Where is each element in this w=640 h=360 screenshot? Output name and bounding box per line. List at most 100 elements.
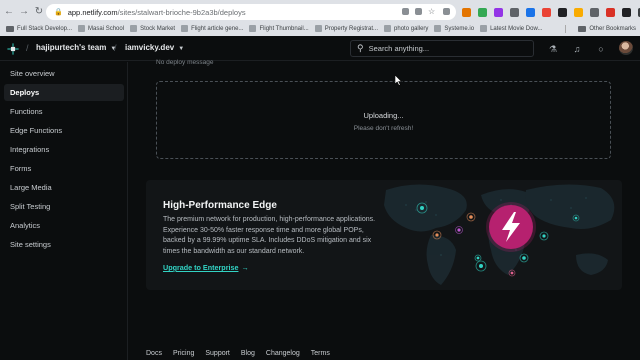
favicon-icon: [434, 25, 442, 32]
site-switcher[interactable]: iamvicky.dev ▼: [125, 43, 184, 52]
reload-icon[interactable]: ↻: [33, 6, 45, 18]
bookmark-item[interactable]: Systeme.io: [434, 25, 474, 32]
bookmark-item[interactable]: Masai School: [78, 25, 124, 32]
app-header: / hajipurtech's team ▼ / iamvicky.dev ▼ ⚲ …: [0, 36, 640, 61]
other-bookmarks[interactable]: Other Bookmarks: [572, 22, 636, 35]
browser-extension-icon[interactable]: [542, 8, 551, 17]
upgrade-link-label: Upgrade to Enterprise: [163, 263, 239, 272]
bookmark-label: Stock Market: [140, 25, 176, 32]
bookmark-item[interactable]: Full Stack Develop...: [6, 25, 73, 32]
avatar[interactable]: [619, 41, 633, 55]
labs-flask-icon[interactable]: ⚗: [548, 44, 558, 54]
back-icon[interactable]: ←: [3, 6, 15, 18]
upload-status: Uploading...: [363, 111, 404, 120]
bookmark-item[interactable]: Flight Thumbnail...: [249, 25, 309, 32]
browser-extension-icon[interactable]: [510, 8, 519, 17]
favicon-icon: [314, 25, 322, 32]
team-name: hajipurtech's team: [36, 43, 107, 52]
edge-card-title: High-Performance Edge: [163, 200, 277, 211]
browser-extension-icon[interactable]: [590, 8, 599, 17]
footer-link-blog[interactable]: Blog: [241, 350, 255, 357]
sidebar-item-forms[interactable]: Forms: [4, 160, 124, 177]
sidebar-item-site-settings[interactable]: Site settings: [4, 236, 124, 253]
notifications-bell-icon[interactable]: ♫: [572, 44, 582, 54]
world-map-graphic: [384, 184, 615, 285]
bookmark-item[interactable]: Latest Movie Dow...: [480, 25, 542, 32]
arrow-right-icon: →: [241, 263, 249, 272]
footer-link-support[interactable]: Support: [205, 350, 230, 357]
breadcrumb-separator: /: [26, 43, 29, 53]
footer-link-docs[interactable]: Docs: [146, 350, 162, 357]
browser-extension-icon[interactable]: [558, 8, 567, 17]
help-icon[interactable]: ○: [596, 44, 606, 54]
address-bar[interactable]: 🔒 app.netlify.com/sites/stalwart-brioche…: [46, 4, 456, 20]
bookmarks-bar: Full Stack Develop... Masai School Stock M…: [0, 22, 640, 35]
bookmark-label: photo gallery: [394, 25, 429, 32]
search-icon: ⚲: [357, 43, 364, 53]
bookmarks-divider: [565, 25, 566, 33]
bookmark-item[interactable]: Flight article gene...: [181, 25, 243, 32]
bookmark-label: Flight Thumbnail...: [259, 25, 309, 32]
share-icon[interactable]: [415, 8, 422, 15]
bookmark-item[interactable]: photo gallery: [384, 25, 428, 32]
mouse-cursor-icon: [395, 75, 403, 86]
browser-extension-icon[interactable]: [622, 8, 631, 17]
browser-extension-icon[interactable]: [526, 8, 535, 17]
favicon-icon: [249, 25, 257, 32]
favicon-icon: [384, 25, 392, 32]
team-switcher[interactable]: hajipurtech's team ▼: [36, 43, 116, 52]
breadcrumb-separator: /: [114, 43, 117, 53]
bookmark-label: Latest Movie Dow...: [490, 25, 543, 32]
sidebar-item-site-overview[interactable]: Site overview: [4, 65, 124, 82]
folder-icon: [6, 25, 14, 32]
favicon-icon: [78, 25, 86, 32]
url-host: app.netlify.com: [67, 7, 118, 17]
upload-hint: Please don't refresh!: [353, 125, 414, 132]
url-path: /sites/stalwart-brioche-9b2a3b/deploys: [117, 7, 246, 17]
bookmark-label: Full Stack Develop...: [17, 25, 73, 32]
key-icon[interactable]: [402, 8, 409, 15]
sidebar-item-analytics[interactable]: Analytics: [4, 217, 124, 234]
bookmark-label: Systeme.io: [444, 25, 475, 32]
browser-chrome: ← → ↻ 🔒 app.netlify.com/sites/stalwart-b…: [0, 0, 640, 36]
forward-icon[interactable]: →: [18, 6, 30, 18]
browser-toolbar: ← → ↻ 🔒 app.netlify.com/sites/stalwart-b…: [0, 4, 640, 20]
lock-icon: 🔒: [54, 9, 63, 16]
sidebar-item-edge-functions[interactable]: Edge Functions: [4, 122, 124, 139]
search-placeholder: Search anything...: [368, 44, 430, 53]
extension-icon[interactable]: [443, 8, 450, 15]
browser-extension-icon[interactable]: [478, 8, 487, 17]
browser-extension-icon[interactable]: [462, 8, 471, 17]
bookmark-label: Property Registrat...: [324, 25, 379, 32]
sidebar-item-functions[interactable]: Functions: [4, 103, 124, 120]
deploy-dropzone[interactable]: Uploading... Please don't refresh!: [156, 81, 611, 159]
bookmark-item[interactable]: Property Registrat...: [314, 25, 379, 32]
footer-link-changelog[interactable]: Changelog: [266, 350, 300, 357]
deploy-message: No deploy message: [156, 59, 214, 66]
browser-extension-icon[interactable]: [606, 8, 615, 17]
footer-link-terms[interactable]: Terms: [311, 350, 330, 357]
bookmark-star-icon[interactable]: ☆: [428, 7, 437, 16]
netlify-logo-icon[interactable]: [6, 42, 20, 56]
folder-icon: [578, 25, 587, 32]
footer-link-pricing[interactable]: Pricing: [173, 350, 194, 357]
favicon-icon: [181, 25, 189, 32]
bookmark-label: Masai School: [88, 25, 125, 32]
bookmark-item[interactable]: Stock Market: [130, 25, 175, 32]
bookmark-label: Flight article gene...: [191, 25, 244, 32]
sidebar-item-deploys[interactable]: Deploys: [4, 84, 124, 101]
sidebar-item-split-testing[interactable]: Split Testing: [4, 198, 124, 215]
sidebar-item-large-media[interactable]: Large Media: [4, 179, 124, 196]
sidebar: Site overview Deploys Functions Edge Fun…: [0, 62, 128, 360]
footer-links: Docs Pricing Support Blog Changelog Term…: [146, 350, 330, 357]
edge-card-description: The premium network for production, high…: [163, 216, 376, 255]
upgrade-to-enterprise-link[interactable]: Upgrade to Enterprise →: [163, 263, 249, 272]
sidebar-item-integrations[interactable]: Integrations: [4, 141, 124, 158]
chevron-down-icon: ▼: [178, 46, 185, 52]
search-input[interactable]: ⚲ Search anything...: [350, 40, 534, 57]
main-content: No deploy message Uploading... Please do…: [129, 59, 640, 360]
site-name: iamvicky.dev: [125, 43, 175, 52]
browser-extension-icon[interactable]: [574, 8, 583, 17]
browser-extension-icon[interactable]: [494, 8, 503, 17]
other-bookmarks-label: Other Bookmarks: [589, 25, 636, 32]
